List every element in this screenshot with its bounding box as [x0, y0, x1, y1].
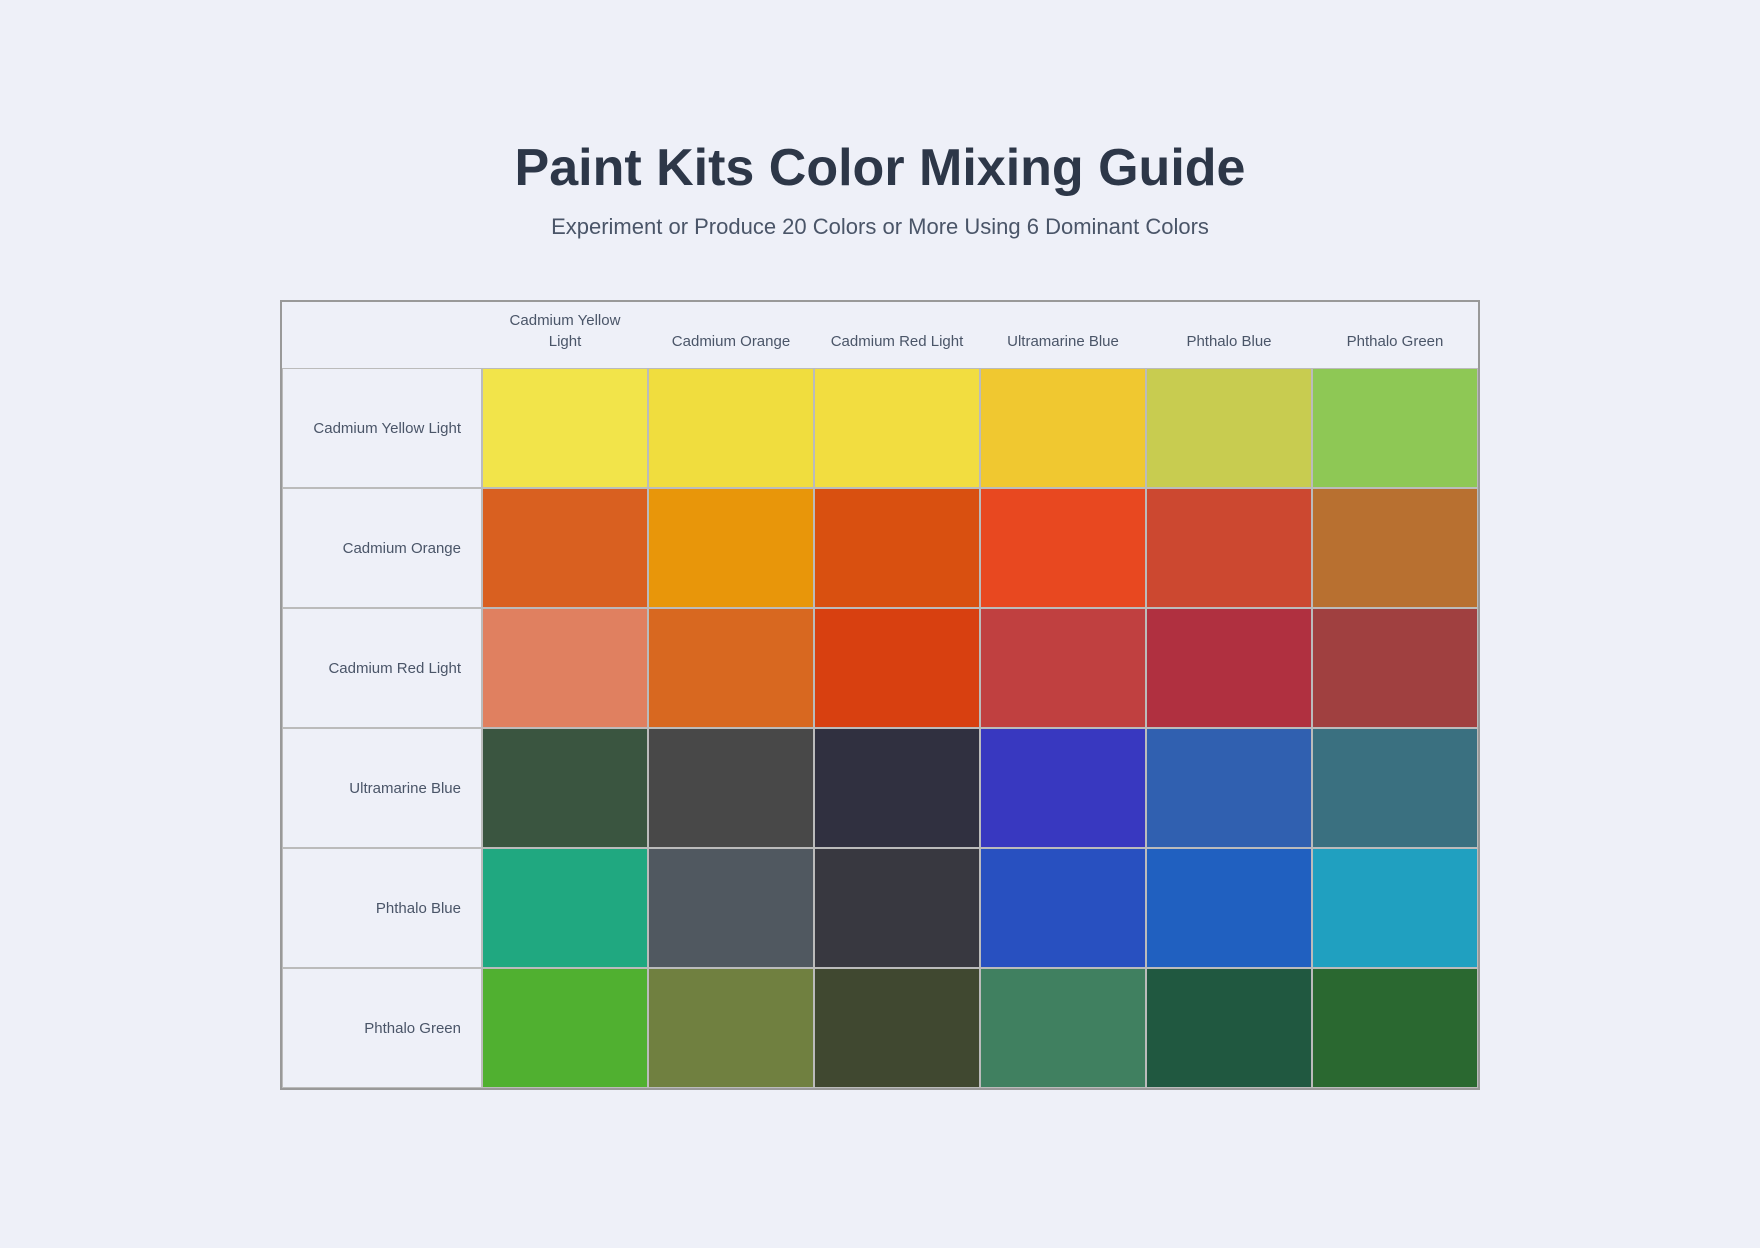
color-cell-2-2 [814, 608, 980, 728]
row-header-2: Cadmium Red Light [282, 608, 482, 728]
color-cell-3-5 [1312, 728, 1478, 848]
color-cell-4-5 [1312, 848, 1478, 968]
color-cell-2-0 [482, 608, 648, 728]
color-cell-0-0 [482, 368, 648, 488]
color-cell-2-3 [980, 608, 1146, 728]
color-cell-5-4 [1146, 968, 1312, 1088]
color-cell-5-3 [980, 968, 1146, 1088]
color-cell-2-1 [648, 608, 814, 728]
color-cell-1-0 [482, 488, 648, 608]
color-cell-5-2 [814, 968, 980, 1088]
color-cell-4-1 [648, 848, 814, 968]
color-cell-0-4 [1146, 368, 1312, 488]
row-header-1: Cadmium Orange [282, 488, 482, 608]
row-header-3: Ultramarine Blue [282, 728, 482, 848]
color-cell-4-0 [482, 848, 648, 968]
color-cell-0-5 [1312, 368, 1478, 488]
color-cell-1-5 [1312, 488, 1478, 608]
col-header-4: Phthalo Blue [1146, 302, 1312, 368]
page-title: Paint Kits Color Mixing Guide [280, 138, 1480, 198]
color-cell-1-4 [1146, 488, 1312, 608]
color-grid: Cadmium Yellow LightCadmium OrangeCadmiu… [280, 300, 1480, 1090]
color-cell-5-0 [482, 968, 648, 1088]
row-header-4: Phthalo Blue [282, 848, 482, 968]
color-cell-1-3 [980, 488, 1146, 608]
col-header-3: Ultramarine Blue [980, 302, 1146, 368]
color-cell-3-4 [1146, 728, 1312, 848]
row-header-0: Cadmium Yellow Light [282, 368, 482, 488]
color-cell-2-5 [1312, 608, 1478, 728]
col-header-2: Cadmium Red Light [814, 302, 980, 368]
color-cell-0-2 [814, 368, 980, 488]
page-subtitle: Experiment or Produce 20 Colors or More … [280, 214, 1480, 240]
color-cell-4-4 [1146, 848, 1312, 968]
color-cell-0-1 [648, 368, 814, 488]
color-cell-2-4 [1146, 608, 1312, 728]
color-cell-4-2 [814, 848, 980, 968]
corner-cell [282, 302, 482, 368]
color-cell-3-2 [814, 728, 980, 848]
row-header-5: Phthalo Green [282, 968, 482, 1088]
color-cell-0-3 [980, 368, 1146, 488]
color-cell-5-5 [1312, 968, 1478, 1088]
color-cell-4-3 [980, 848, 1146, 968]
col-header-0: Cadmium Yellow Light [482, 302, 648, 368]
color-cell-5-1 [648, 968, 814, 1088]
col-header-1: Cadmium Orange [648, 302, 814, 368]
color-cell-3-1 [648, 728, 814, 848]
color-cell-1-2 [814, 488, 980, 608]
color-cell-3-3 [980, 728, 1146, 848]
color-cell-1-1 [648, 488, 814, 608]
main-container: Paint Kits Color Mixing Guide Experiment… [220, 78, 1540, 1170]
color-cell-3-0 [482, 728, 648, 848]
col-header-5: Phthalo Green [1312, 302, 1478, 368]
